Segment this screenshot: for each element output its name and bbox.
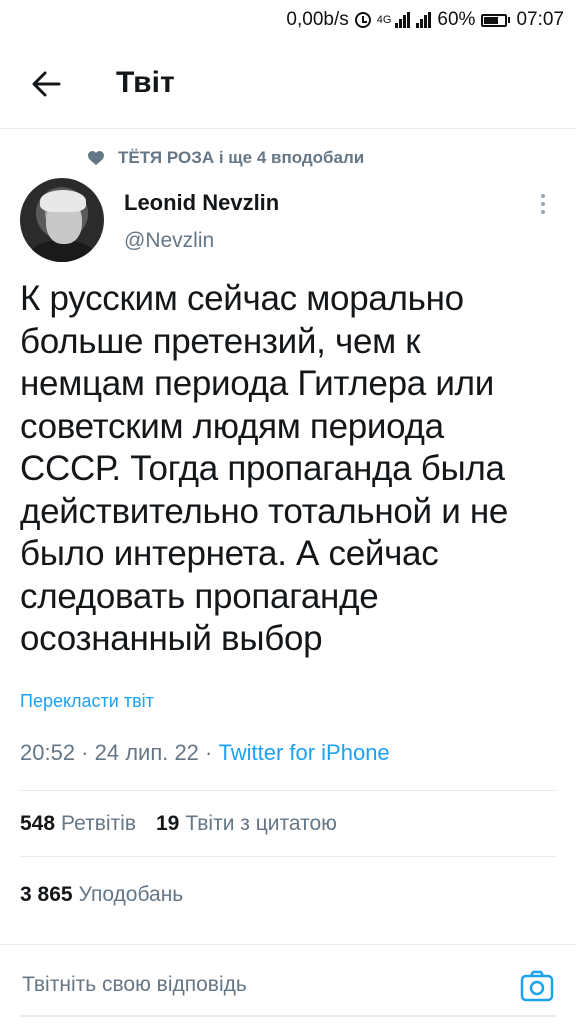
- social-context[interactable]: ТЁТЯ РОЗА і ще 4 вподобали: [88, 148, 364, 168]
- reply-underline: [20, 1015, 556, 1017]
- battery-percent: 60%: [437, 9, 476, 30]
- quotes-stat[interactable]: 19 Твіти з цитатою: [156, 812, 337, 836]
- reply-bar: [0, 944, 576, 1025]
- back-button[interactable]: [26, 64, 66, 104]
- alarm-icon: [354, 12, 371, 28]
- clock: 07:07: [516, 9, 564, 30]
- tweet-timestamp: 20:52 · 24 лип. 22 ·: [20, 740, 219, 765]
- likes-label: Уподобань: [78, 883, 184, 906]
- more-icon: [541, 194, 545, 198]
- retweets-count: 548: [20, 812, 56, 835]
- tweet-source-link[interactable]: Twitter for iPhone: [218, 740, 389, 765]
- arrow-left-icon: [32, 71, 61, 97]
- status-bar: 0,00b/s 4G 60% 07:07: [0, 0, 576, 40]
- signal-icon-2: [416, 12, 432, 28]
- page-title: Твіт: [116, 66, 175, 99]
- author-handle[interactable]: @Nevzlin: [124, 229, 214, 253]
- avatar[interactable]: [20, 178, 104, 262]
- likes-count: 3 865: [20, 883, 73, 906]
- likes-stats: 3 865 Уподобань: [20, 883, 183, 907]
- retweets-stat[interactable]: 548 Ретвітів: [20, 812, 136, 836]
- network-speed: 0,00b/s: [286, 9, 349, 30]
- author-name[interactable]: Leonid Nevzlin: [124, 190, 279, 216]
- divider: [20, 790, 556, 791]
- more-options-button[interactable]: [532, 190, 554, 218]
- social-context-text: ТЁТЯ РОЗА і ще 4 вподобали: [118, 148, 365, 167]
- network-type: 4G: [376, 14, 392, 26]
- likes-stat[interactable]: 3 865 Уподобань: [20, 883, 183, 907]
- battery-icon: [481, 13, 511, 27]
- quotes-count: 19: [156, 812, 180, 835]
- signal-icon: [395, 12, 411, 28]
- reply-input[interactable]: [22, 973, 422, 997]
- tweet-meta: 20:52 · 24 лип. 22 · Twitter for iPhone: [20, 740, 390, 766]
- heart-icon: [88, 150, 104, 165]
- retweet-quote-stats: 548 Ретвітів 19 Твіти з цитатою: [20, 812, 337, 836]
- tweet-text: К русским сейчас морально больше претенз…: [20, 279, 509, 658]
- translate-tweet-link[interactable]: Перекласти твіт: [20, 691, 154, 712]
- header: Твіт: [0, 40, 576, 129]
- divider: [20, 856, 556, 857]
- retweets-label: Ретвітів: [61, 812, 136, 835]
- quotes-label: Твіти з цитатою: [185, 812, 337, 835]
- camera-icon[interactable]: [520, 969, 554, 1003]
